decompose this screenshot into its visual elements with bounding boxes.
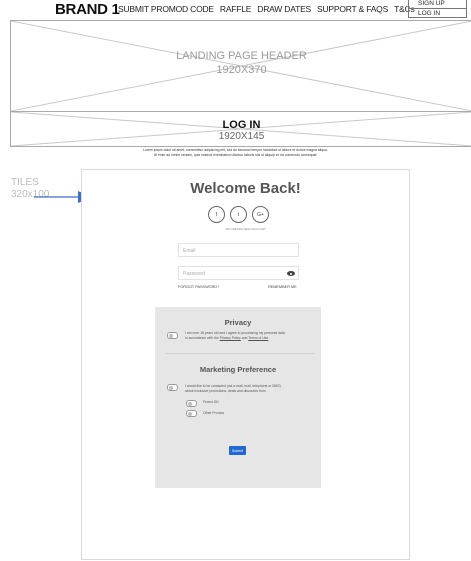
auth-box: SIGN UP LOG IN [408, 0, 467, 18]
nav-draw-dates[interactable]: DRAW DATES [257, 4, 311, 14]
privacy-text-line-2: in accordance with the Privacy Policy an… [185, 335, 269, 340]
promo-dd-label: Promo DD [203, 400, 219, 404]
submit-button[interactable]: Submit [229, 446, 246, 455]
privacy-policy-link[interactable]: Privacy Policy [220, 336, 241, 340]
marketing-heading: Marketing Preference [199, 365, 277, 374]
password-placeholder: Password [183, 271, 205, 277]
email-field[interactable]: Email [178, 243, 299, 257]
privacy-heading: Privacy [224, 318, 252, 327]
show-password-eye-icon[interactable] [287, 271, 295, 276]
welcome-heading: Welcome Back! [190, 180, 301, 197]
log-in-link[interactable]: LOG IN [409, 8, 466, 18]
marketing-text: I would like to be contacted (via e-mail… [185, 384, 313, 393]
password-field[interactable]: Password [178, 266, 299, 280]
tiles-label: TILES [11, 177, 39, 188]
google-plus-icon[interactable]: G+ [252, 206, 269, 223]
nav-submit-promo-code[interactable]: SUBMIT PROMOD CODE [118, 4, 214, 14]
login-card: Welcome Back! f t G+ OR CREATE NEW ACCOU… [81, 169, 410, 560]
forgot-password-link[interactable]: FORGOT PASSWORD? [178, 285, 219, 289]
intro-line-2: Ut enim ad minim veniam, quis nostrud ex… [153, 153, 318, 157]
remember-me-checkbox[interactable]: REMEMBER ME [268, 285, 297, 289]
consent-panel: Privacy I am over 18 years old and I agr… [155, 307, 321, 488]
other-promos-toggle[interactable] [186, 410, 197, 417]
login-banner-placeholder: LOG IN 1920X145 [10, 111, 471, 147]
social-login-group: f t G+ [208, 206, 269, 223]
brand-logo[interactable]: BRAND 1 [55, 1, 120, 18]
terms-of-use-link[interactable]: Terms of Use [248, 336, 268, 340]
sign-up-link[interactable]: SIGN UP [409, 0, 466, 8]
hero-title: LANDING PAGE HEADER [176, 50, 307, 62]
privacy-toggle[interactable] [167, 332, 178, 339]
privacy-text: I am over 18 years old and I agree to pr… [185, 331, 313, 340]
main-nav: SUBMIT PROMOD CODE RAFFLE DRAW DATES SUP… [118, 4, 415, 14]
create-account-link[interactable]: OR CREATE NEW ACCOUNT [82, 227, 409, 231]
promo-dd-toggle[interactable] [186, 400, 197, 407]
intro-text: Lorem ipsum dolor sit amet, consectetur … [60, 148, 411, 158]
panel-divider [166, 353, 314, 354]
nav-raffle[interactable]: RAFFLE [220, 4, 252, 14]
marketing-toggle[interactable] [167, 384, 178, 391]
other-promos-label: Other Promos [203, 411, 225, 415]
marketing-text-line-2: about exclusive promotions, deals and di… [185, 388, 266, 393]
hero-size: 1920X370 [216, 64, 267, 76]
landing-header-placeholder: LANDING PAGE HEADER 1920X370 [10, 20, 471, 112]
nav-support-faqs[interactable]: SUPPORT & FAQS [317, 4, 388, 14]
login-banner-size: 1920X145 [218, 131, 265, 142]
facebook-icon[interactable]: f [208, 206, 225, 223]
twitter-icon[interactable]: t [230, 206, 247, 223]
